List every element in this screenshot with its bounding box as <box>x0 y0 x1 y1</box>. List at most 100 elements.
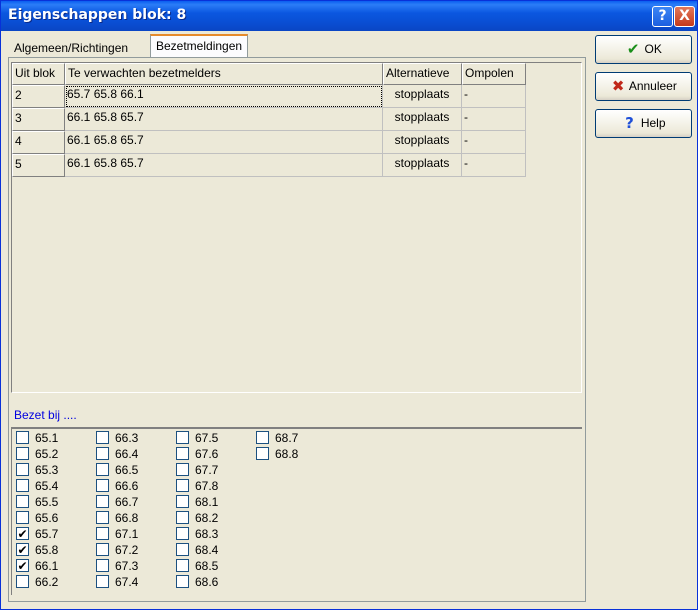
checkbox-checked[interactable]: ✔ <box>16 559 29 572</box>
checkbox-unchecked[interactable] <box>96 543 109 556</box>
ompolen-cell[interactable]: - <box>462 154 526 177</box>
column-header-alternatieve[interactable]: Alternatieve <box>383 63 462 85</box>
checkbox-label: 66.3 <box>115 431 139 445</box>
checkbox-item[interactable]: 67.7 <box>176 462 236 478</box>
checkbox-unchecked[interactable] <box>176 447 189 460</box>
checkbox-unchecked[interactable] <box>96 527 109 540</box>
checkbox-unchecked[interactable] <box>96 447 109 460</box>
checkbox-unchecked[interactable] <box>16 431 29 444</box>
melders-cell[interactable]: 66.1 65.8 65.7 <box>65 108 383 131</box>
checkbox-item[interactable]: ✔ 66.1 <box>16 558 76 574</box>
checkbox-item[interactable]: 67.6 <box>176 446 236 462</box>
checkbox-item[interactable]: 66.3 <box>96 430 156 446</box>
checkbox-item[interactable]: 66.6 <box>96 478 156 494</box>
checkbox-item[interactable]: 68.3 <box>176 526 236 542</box>
checkbox-label: 65.8 <box>35 543 59 557</box>
column-header-uit-blok[interactable]: Uit blok <box>12 63 65 85</box>
checkbox-label: 67.3 <box>115 559 139 573</box>
checkbox-label: 67.4 <box>115 575 139 589</box>
checkbox-unchecked[interactable] <box>96 511 109 524</box>
melders-cell[interactable]: 66.1 65.8 65.7 <box>65 154 383 177</box>
checkbox-unchecked[interactable] <box>176 479 189 492</box>
checkbox-item[interactable]: 68.1 <box>176 494 236 510</box>
checkbox-item[interactable]: 68.5 <box>176 558 236 574</box>
checkbox-unchecked[interactable] <box>96 431 109 444</box>
checkbox-item[interactable]: 66.4 <box>96 446 156 462</box>
checkbox-item[interactable]: 68.7 <box>256 430 316 446</box>
checkbox-item[interactable]: 67.2 <box>96 542 156 558</box>
help-title-button[interactable]: ? <box>652 6 673 27</box>
checkbox-unchecked[interactable] <box>96 559 109 572</box>
checkbox-item[interactable]: 68.8 <box>256 446 316 462</box>
row-header[interactable]: 3 <box>12 108 65 131</box>
checkbox-item[interactable]: 65.1 <box>16 430 76 446</box>
melders-cell[interactable]: 66.1 65.8 65.7 <box>65 131 383 154</box>
checkbox-item[interactable]: 65.6 <box>16 510 76 526</box>
column-header-ompolen[interactable]: Ompolen <box>462 63 526 85</box>
row-header[interactable]: 2 <box>12 85 65 108</box>
title-bar[interactable]: Eigenschappen blok: 8 ? X <box>1 1 697 31</box>
alternatieve-cell[interactable]: stopplaats <box>383 108 462 131</box>
checkbox-item[interactable]: 66.2 <box>16 574 76 590</box>
checkbox-label: 67.7 <box>195 463 219 477</box>
column-header-bezetmelders[interactable]: Te verwachten bezetmelders <box>65 63 383 85</box>
tab-algemeen-richtingen[interactable]: Algemeen/Richtingen <box>9 37 133 59</box>
checkbox-item[interactable]: 65.3 <box>16 462 76 478</box>
checkbox-unchecked[interactable] <box>16 575 29 588</box>
ompolen-cell[interactable]: - <box>462 85 526 108</box>
checkbox-item[interactable]: 67.8 <box>176 478 236 494</box>
checkbox-item[interactable]: 65.4 <box>16 478 76 494</box>
ompolen-cell[interactable]: - <box>462 108 526 131</box>
block-grid[interactable]: Uit blok Te verwachten bezetmelders Alte… <box>11 62 582 393</box>
melders-cell[interactable]: 65.7 65.8 66.1 <box>65 85 383 108</box>
checkbox-unchecked[interactable] <box>176 511 189 524</box>
checkbox-unchecked[interactable] <box>256 447 269 460</box>
checkbox-unchecked[interactable] <box>16 495 29 508</box>
checkbox-item[interactable]: 67.1 <box>96 526 156 542</box>
checkbox-unchecked[interactable] <box>96 463 109 476</box>
checkbox-unchecked[interactable] <box>176 463 189 476</box>
checkbox-item[interactable]: 68.4 <box>176 542 236 558</box>
close-button[interactable]: X <box>674 6 695 27</box>
checkbox-item[interactable]: 67.4 <box>96 574 156 590</box>
cancel-button[interactable]: ✖ Annuleer <box>595 72 692 101</box>
checkbox-item[interactable]: 68.2 <box>176 510 236 526</box>
checkbox-unchecked[interactable] <box>96 575 109 588</box>
checkbox-item[interactable]: 66.8 <box>96 510 156 526</box>
checkbox-unchecked[interactable] <box>256 431 269 444</box>
row-header[interactable]: 5 <box>12 154 65 177</box>
checkbox-checked[interactable]: ✔ <box>16 543 29 556</box>
checkbox-unchecked[interactable] <box>176 431 189 444</box>
checkbox-item[interactable]: 65.2 <box>16 446 76 462</box>
checkbox-item[interactable]: 65.5 <box>16 494 76 510</box>
alternatieve-cell[interactable]: stopplaats <box>383 85 462 108</box>
checkbox-unchecked[interactable] <box>16 447 29 460</box>
checkbox-unchecked[interactable] <box>176 543 189 556</box>
checkbox-unchecked[interactable] <box>16 463 29 476</box>
alternatieve-cell[interactable]: stopplaats <box>383 131 462 154</box>
checkbox-unchecked[interactable] <box>176 559 189 572</box>
checkbox-label: 68.4 <box>195 543 219 557</box>
checkbox-item[interactable]: 68.6 <box>176 574 236 590</box>
alternatieve-cell[interactable]: stopplaats <box>383 154 462 177</box>
checkbox-unchecked[interactable] <box>16 511 29 524</box>
checkbox-unchecked[interactable] <box>176 527 189 540</box>
ompolen-cell[interactable]: - <box>462 131 526 154</box>
help-button[interactable]: ? Help <box>595 109 692 138</box>
checkbox-label: 66.7 <box>115 495 139 509</box>
checkbox-item[interactable]: 67.3 <box>96 558 156 574</box>
checkbox-item[interactable]: 66.7 <box>96 494 156 510</box>
checkbox-item[interactable]: 67.5 <box>176 430 236 446</box>
ok-button[interactable]: ✔ OK <box>595 35 692 64</box>
checkbox-unchecked[interactable] <box>176 575 189 588</box>
checkbox-item[interactable]: ✔ 65.8 <box>16 542 76 558</box>
row-header[interactable]: 4 <box>12 131 65 154</box>
checkbox-unchecked[interactable] <box>96 479 109 492</box>
checkbox-checked[interactable]: ✔ <box>16 527 29 540</box>
tab-bezetmeldingen[interactable]: Bezetmeldingen <box>150 34 249 59</box>
checkbox-item[interactable]: ✔ 65.7 <box>16 526 76 542</box>
checkbox-item[interactable]: 66.5 <box>96 462 156 478</box>
checkbox-unchecked[interactable] <box>96 495 109 508</box>
checkbox-unchecked[interactable] <box>176 495 189 508</box>
checkbox-unchecked[interactable] <box>16 479 29 492</box>
